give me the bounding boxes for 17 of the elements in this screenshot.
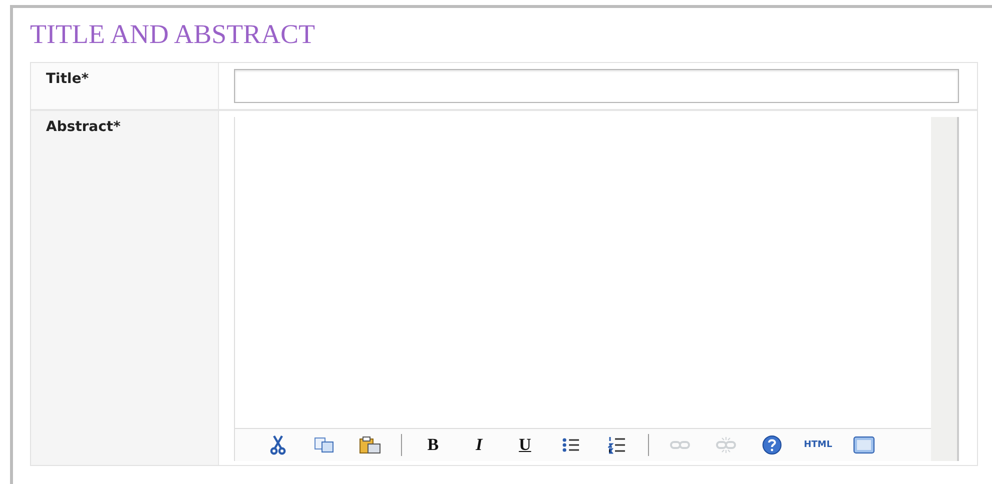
html-button[interactable]: HTML xyxy=(803,433,833,457)
rich-text-editor[interactable]: B I U HTML xyxy=(234,117,959,461)
numbered-list-icon xyxy=(608,436,626,454)
cut-icon xyxy=(270,435,286,455)
field-label: Abstract* xyxy=(31,111,219,465)
section-heading: TITLE AND ABSTRACT xyxy=(30,18,316,50)
bulleted-list-icon xyxy=(562,437,580,453)
bold-button[interactable]: B xyxy=(418,433,448,457)
help-icon xyxy=(762,435,782,455)
window-icon xyxy=(853,436,875,454)
field-label: Title* xyxy=(31,63,219,109)
paste-icon xyxy=(359,436,381,454)
unlink-icon xyxy=(716,437,736,453)
italic-button[interactable]: I xyxy=(464,433,494,457)
copy-icon xyxy=(314,437,334,453)
title-input[interactable] xyxy=(234,69,959,103)
underline-button[interactable]: U xyxy=(510,433,540,457)
